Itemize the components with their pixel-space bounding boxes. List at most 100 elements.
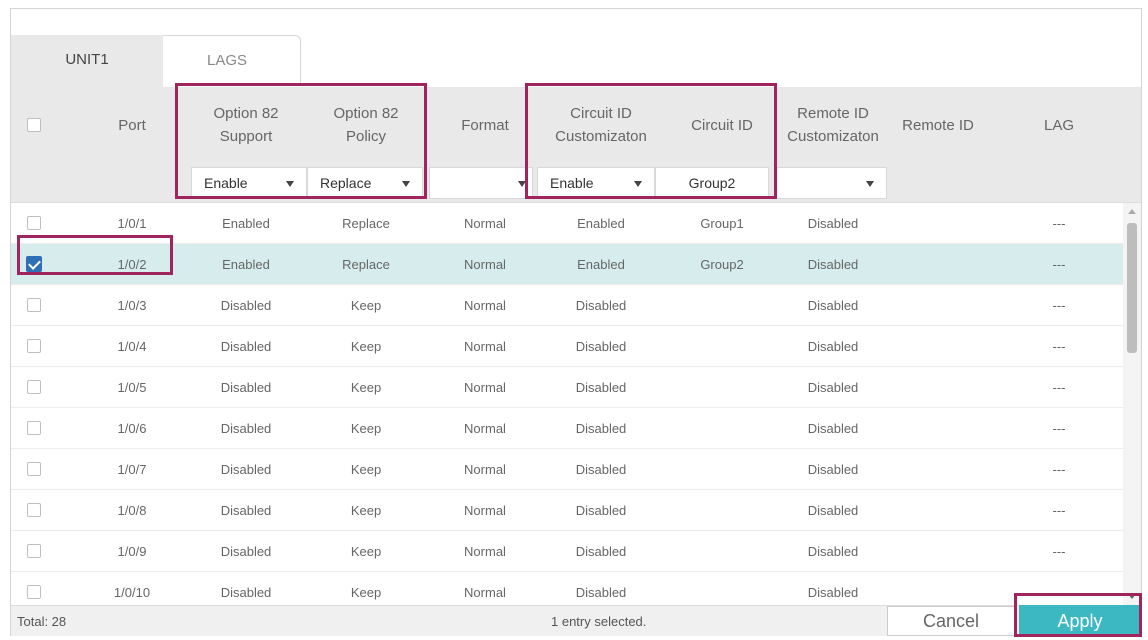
table-row[interactable]: 1/0/5 Disabled Keep Normal Disabled Disabled -…	[11, 367, 1123, 408]
circuit-id-cell	[667, 531, 777, 571]
lag-cell: ---	[1052, 420, 1066, 436]
cancel-button[interactable]: Cancel	[887, 606, 1015, 636]
option82-policy-cell: Replace	[342, 256, 390, 272]
lag-cell: ---	[1052, 502, 1066, 518]
row-checkbox[interactable]	[27, 339, 41, 353]
row-checkbox[interactable]	[27, 462, 41, 476]
row-checkbox[interactable]	[27, 585, 41, 599]
scroll-down-icon[interactable]	[1128, 594, 1136, 599]
circuit-id-customization-cell: Disabled	[575, 584, 627, 600]
option82-support-cell: Disabled	[220, 338, 272, 354]
chevron-down-icon	[634, 181, 642, 187]
tab-lags[interactable]: LAGS	[153, 35, 301, 83]
circuit-id-customization-cell: Disabled	[575, 297, 627, 313]
circuit-id-customization-cell: Enabled	[577, 215, 625, 231]
select-all-checkbox[interactable]	[27, 118, 41, 132]
lag-cell: ---	[1052, 584, 1066, 600]
row-checkbox[interactable]	[27, 380, 41, 394]
circuit-id-input[interactable]: Group2	[655, 167, 769, 199]
table-row[interactable]: 1/0/4 Disabled Keep Normal Disabled Disabled -…	[11, 326, 1123, 367]
remote-id-customization-cell: Disabled	[807, 420, 859, 436]
row-checkbox[interactable]	[27, 503, 41, 517]
format-cell: Normal	[464, 420, 506, 436]
col-option82-support[interactable]: Option 82 Support	[191, 87, 301, 163]
table-row[interactable]: 1/0/3 Disabled Keep Normal Disabled Disabled -…	[11, 285, 1123, 326]
format-select[interactable]	[429, 167, 533, 199]
option82-support-cell: Disabled	[220, 461, 272, 477]
port-cell: 1/0/4	[117, 338, 147, 354]
option82-support-cell: Disabled	[220, 502, 272, 518]
option82-support-cell: Enabled	[222, 256, 270, 272]
row-checkbox[interactable]	[27, 298, 41, 312]
table-row[interactable]: 1/0/8 Disabled Keep Normal Disabled Disabled -…	[11, 490, 1123, 531]
table-row[interactable]: 1/0/7 Disabled Keep Normal Disabled Disabled -…	[11, 449, 1123, 490]
option82-policy-select-value: Replace	[320, 175, 372, 191]
option82-support-cell: Disabled	[220, 543, 272, 559]
remote-id-customization-cell: Disabled	[807, 297, 859, 313]
circuit-id-customization-cell: Disabled	[575, 461, 627, 477]
table-row[interactable]: 1/0/1 Enabled Replace Normal Enabled Group1 Di…	[11, 203, 1123, 244]
col-lag[interactable]: LAG	[1011, 87, 1107, 163]
row-checkbox[interactable]	[26, 256, 42, 272]
apply-button[interactable]: Apply	[1019, 605, 1141, 637]
table-row[interactable]: 1/0/2 Enabled Replace Normal Enabled Group2 Di…	[11, 244, 1123, 285]
remote-id-cell	[883, 572, 993, 605]
selection-status: 1 entry selected.	[551, 614, 647, 629]
table-row[interactable]: 1/0/10 Disabled Keep Normal Disabled Disabled…	[11, 572, 1123, 605]
option82-support-select[interactable]: Enable	[191, 167, 307, 199]
row-checkbox-cell	[11, 244, 57, 284]
option82-policy-cell: Keep	[350, 379, 382, 395]
row-checkbox[interactable]	[27, 421, 41, 435]
port-cell: 1/0/2	[117, 256, 147, 272]
row-checkbox-cell	[11, 203, 57, 243]
scroll-up-icon[interactable]	[1128, 209, 1136, 214]
row-checkbox-cell	[11, 449, 57, 489]
option82-policy-select[interactable]: Replace	[307, 167, 423, 199]
col-remote-id-customization[interactable]: Remote ID Customizaton	[777, 87, 889, 163]
tab-bar: LAGS UNIT1	[11, 35, 311, 87]
circuit-id-cell	[667, 367, 777, 407]
option82-support-cell: Enabled	[222, 215, 270, 231]
table-header: Port Option 82 Support Option 82 Policy …	[11, 87, 1141, 163]
circuit-id-customization-cell: Disabled	[575, 420, 627, 436]
table-row[interactable]: 1/0/9 Disabled Keep Normal Disabled Disabled -…	[11, 531, 1123, 572]
port-cell: 1/0/6	[117, 420, 147, 436]
port-cell: 1/0/1	[117, 215, 147, 231]
col-format[interactable]: Format	[437, 87, 533, 163]
select-all-cell	[11, 87, 57, 163]
remote-id-customization-cell: Disabled	[807, 461, 859, 477]
remote-id-customization-cell: Disabled	[807, 584, 859, 600]
port-cell: 1/0/10	[113, 584, 151, 600]
circuit-id-cell	[667, 490, 777, 530]
circuit-id-customization-select[interactable]: Enable	[537, 167, 655, 199]
circuit-id-customization-cell: Disabled	[575, 502, 627, 518]
remote-id-customization-cell: Disabled	[807, 543, 859, 559]
option82-support-cell: Disabled	[220, 420, 272, 436]
format-cell: Normal	[464, 215, 506, 231]
row-checkbox-cell	[11, 490, 57, 530]
option82-policy-cell: Replace	[342, 215, 390, 231]
col-circuit-id[interactable]: Circuit ID	[667, 87, 777, 163]
col-remote-id[interactable]: Remote ID	[883, 87, 993, 163]
remote-id-cell	[883, 285, 993, 325]
remote-id-customization-cell: Disabled	[807, 502, 859, 518]
col-circuit-id-customization[interactable]: Circuit ID Customizaton	[541, 87, 661, 163]
chevron-down-icon	[866, 181, 874, 187]
remote-id-cell	[883, 326, 993, 366]
row-checkbox[interactable]	[27, 216, 41, 230]
tab-unit1[interactable]: UNIT1	[11, 35, 163, 87]
remote-id-customization-select[interactable]	[775, 167, 887, 199]
format-cell: Normal	[464, 297, 506, 313]
option82-policy-cell: Keep	[350, 584, 382, 600]
option82-policy-cell: Keep	[350, 297, 382, 313]
table-row[interactable]: 1/0/6 Disabled Keep Normal Disabled Disabled -…	[11, 408, 1123, 449]
lag-cell: ---	[1052, 379, 1066, 395]
vertical-scrollbar[interactable]	[1123, 203, 1141, 605]
option82-support-cell: Disabled	[220, 379, 272, 395]
row-checkbox[interactable]	[27, 544, 41, 558]
scroll-thumb[interactable]	[1127, 223, 1137, 353]
col-option82-policy[interactable]: Option 82 Policy	[311, 87, 421, 163]
circuit-id-customization-select-value: Enable	[550, 175, 594, 191]
col-port[interactable]: Port	[87, 87, 177, 163]
remote-id-customization-cell: Disabled	[807, 338, 859, 354]
